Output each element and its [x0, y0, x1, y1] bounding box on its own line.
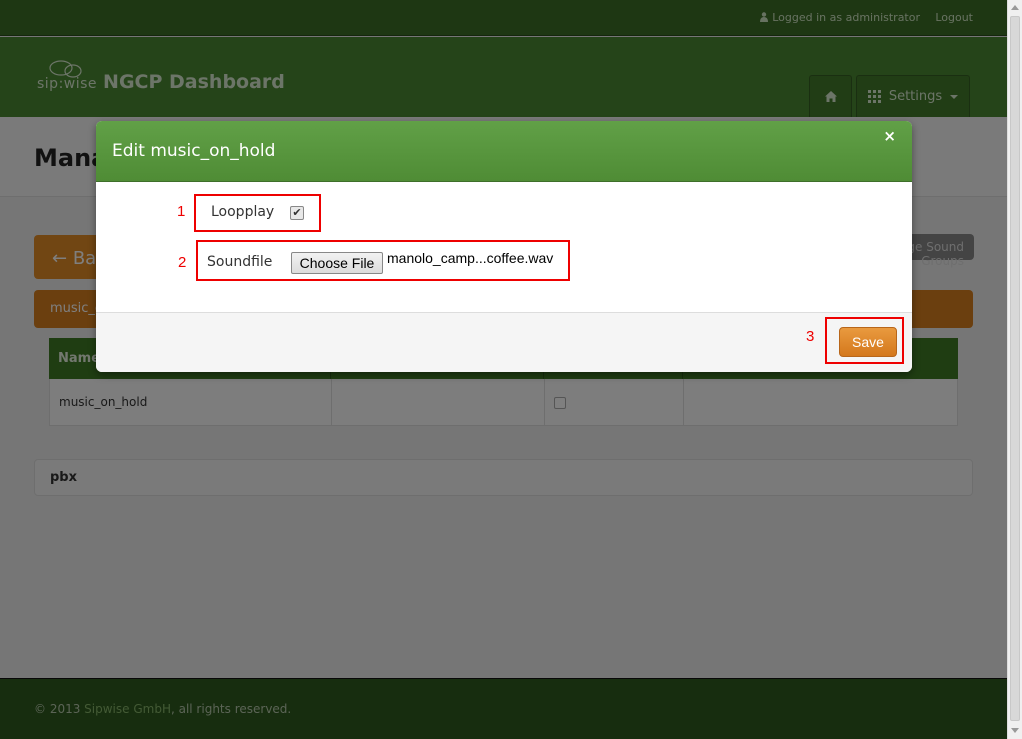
scroll-down-icon[interactable]: [1011, 728, 1019, 733]
modal-title: Edit music_on_hold: [112, 141, 276, 161]
vertical-scrollbar[interactable]: [1007, 0, 1022, 739]
annotation-number-3: 3: [806, 328, 815, 345]
modal-body: 1 Loopplay ✔ 2 Soundfile Choose File man…: [96, 182, 912, 312]
checkmark-icon: ✔: [292, 206, 302, 219]
modal-header: Edit music_on_hold ×: [96, 121, 912, 182]
close-icon[interactable]: ×: [883, 127, 896, 145]
loopplay-label: Loopplay: [211, 204, 275, 220]
choose-file-button[interactable]: Choose File: [291, 252, 383, 274]
annotation-number-1: 1: [177, 203, 186, 220]
scrollbar-thumb[interactable]: [1010, 16, 1020, 721]
save-button[interactable]: Save: [839, 327, 897, 357]
edit-modal: Edit music_on_hold × 1 Loopplay ✔ 2 Soun…: [96, 121, 912, 372]
loopplay-checkbox[interactable]: ✔: [290, 206, 304, 220]
soundfile-label: Soundfile: [207, 254, 273, 270]
scroll-up-icon[interactable]: [1011, 5, 1019, 10]
annotation-number-2: 2: [178, 254, 187, 271]
selected-file-name: manolo_camp...coffee.wav: [387, 250, 554, 266]
modal-footer: 3 Save: [96, 312, 912, 372]
